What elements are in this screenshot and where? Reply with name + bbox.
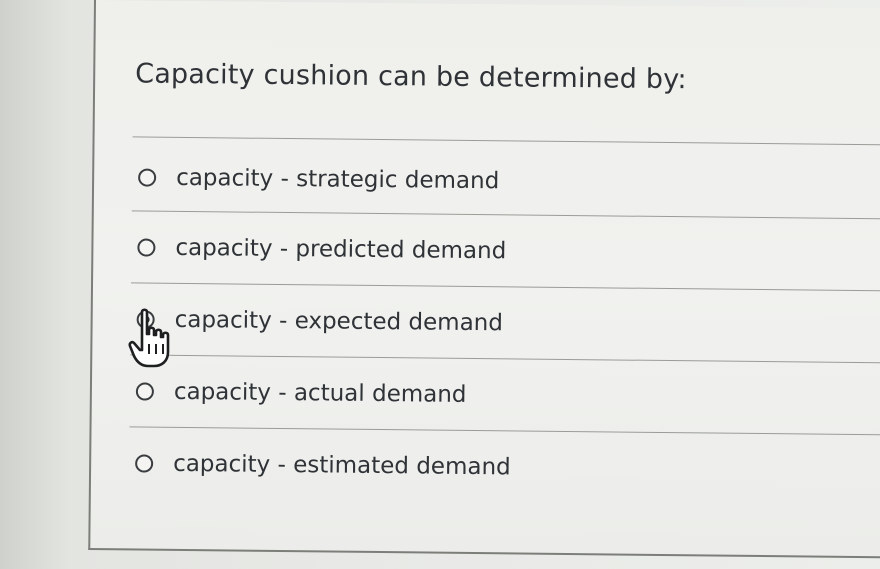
radio-button[interactable] (135, 454, 154, 473)
option-strategic-demand[interactable]: capacity - strategic demand (138, 160, 499, 198)
option-label: capacity - actual demand (173, 378, 467, 408)
option-estimated-demand[interactable]: capacity - estimated demand (135, 446, 511, 484)
option-label: capacity - strategic demand (176, 164, 500, 195)
radio-button[interactable] (135, 382, 154, 401)
question-card: Capacity cushion can be determined by: c… (88, 0, 880, 559)
option-label: capacity - expected demand (174, 306, 504, 337)
radio-button-selected[interactable] (136, 310, 155, 329)
divider (131, 282, 880, 292)
screen: Capacity cushion can be determined by: c… (0, 0, 880, 569)
question-text: Capacity cushion can be determined by: (135, 58, 687, 96)
divider (131, 210, 880, 220)
divider (129, 426, 880, 436)
divider (130, 354, 880, 364)
radio-button[interactable] (137, 238, 156, 257)
option-predicted-demand[interactable]: capacity - predicted demand (137, 230, 506, 268)
option-label: capacity - estimated demand (173, 450, 511, 481)
option-label: capacity - predicted demand (175, 234, 507, 265)
radio-button[interactable] (138, 168, 157, 187)
option-actual-demand[interactable]: capacity - actual demand (135, 374, 467, 411)
divider (132, 136, 880, 146)
option-expected-demand[interactable]: capacity - expected demand (136, 302, 503, 340)
